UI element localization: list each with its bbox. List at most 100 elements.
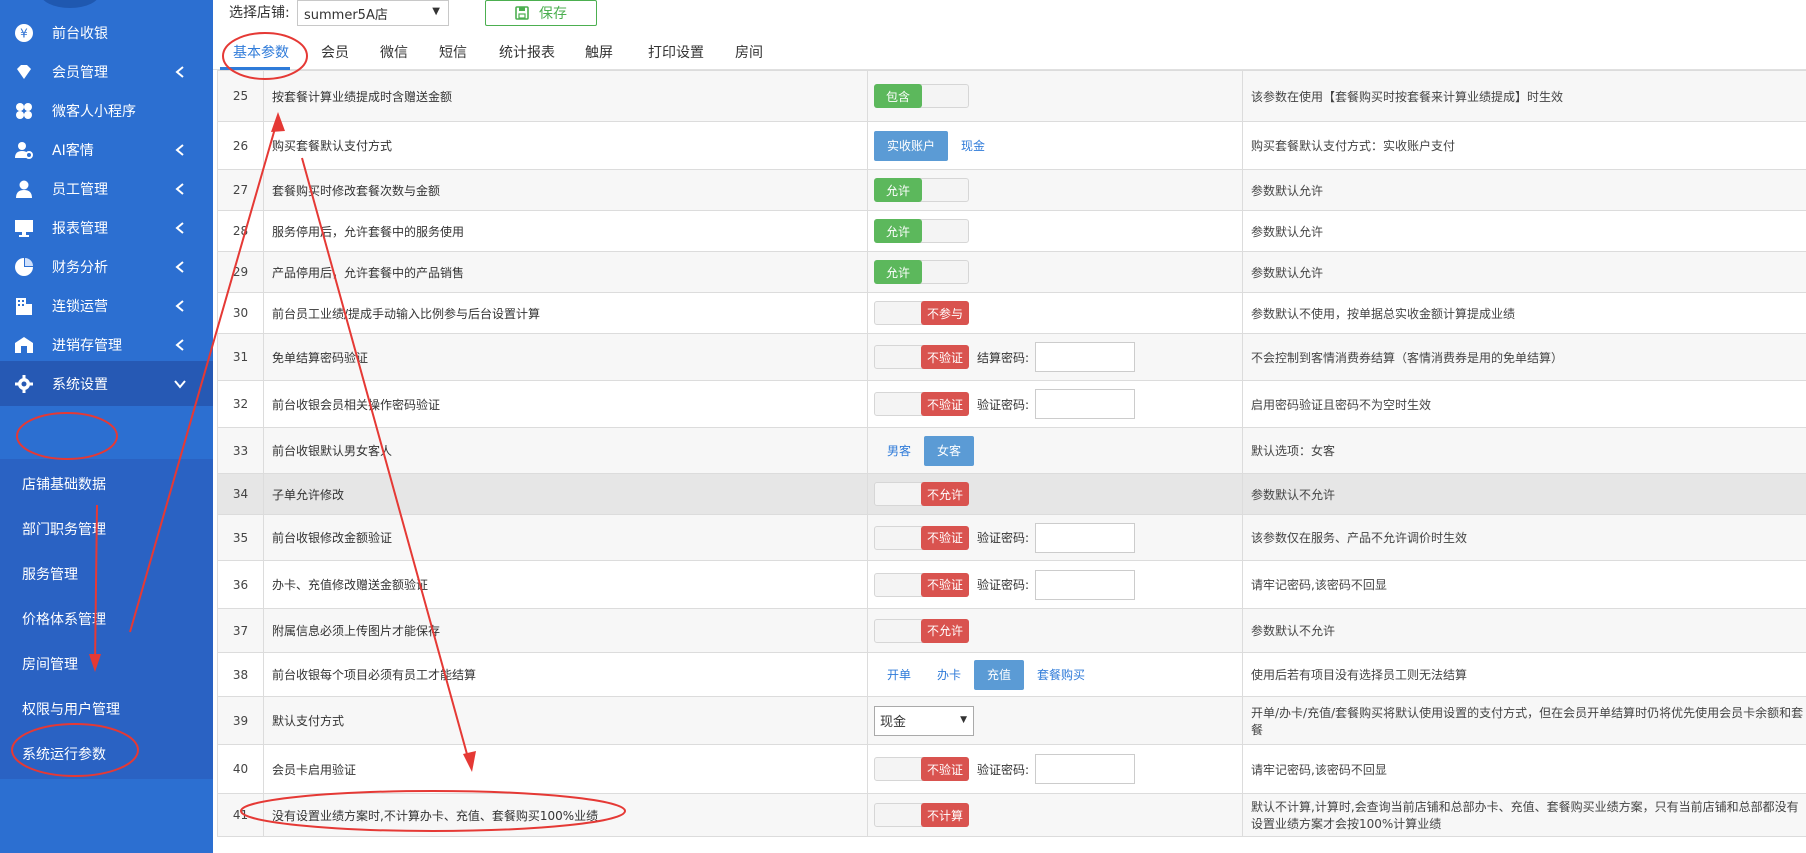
row-number: 31	[217, 334, 264, 380]
param-control: 包含	[868, 71, 1243, 121]
sidebar-subitem-2[interactable]: 服务管理	[0, 551, 213, 596]
option-button[interactable]: 实收账户	[874, 130, 949, 161]
sidebar-item-label: 前台收银	[52, 25, 108, 42]
toggle-switch[interactable]: 不验证	[874, 525, 969, 550]
row-number: 35	[217, 515, 264, 560]
table-row: 31 免单结算密码验证 不验证 结算密码: 不会控制到客情消费券结算（客情消费券是用的免…	[217, 333, 1806, 380]
option-button[interactable]: 办卡	[924, 660, 974, 690]
option-button[interactable]: 套餐购买	[1024, 660, 1098, 690]
option-button[interactable]: 女客	[924, 435, 975, 466]
building-icon	[12, 294, 36, 318]
chevron-left-icon	[173, 299, 187, 313]
table-row: 33 前台收银默认男女客人 男客 女客 默认选项：女客	[217, 427, 1806, 473]
param-control: 不允许	[868, 609, 1243, 652]
tab-2[interactable]: 微信	[380, 42, 408, 62]
option-button[interactable]: 现金	[948, 131, 998, 161]
password-input[interactable]	[1035, 754, 1136, 784]
tab-7[interactable]: 房间	[735, 42, 763, 62]
param-description: 不会控制到客情消费券结算（客情消费券是用的免单结算）	[1251, 350, 1564, 365]
toggle-switch[interactable]: 不验证	[874, 572, 969, 597]
table-row: 30 前台员工业绩/提成手动输入比例参与后台设置计算 不参与 参数默认不使用，按单据总…	[217, 292, 1806, 333]
toggle-switch[interactable]: 不验证	[874, 757, 969, 781]
param-name: 会员卡启用验证	[264, 745, 868, 793]
store-select[interactable]: summer5A店 ▼	[297, 0, 449, 26]
sidebar-item-label: 系统设置	[52, 376, 108, 393]
sidebar-subitem-3[interactable]: 价格体系管理	[0, 596, 213, 641]
tab-3[interactable]: 短信	[439, 42, 467, 62]
sidebar-subitem-6[interactable]: 系统运行参数	[0, 731, 213, 776]
password-input[interactable]	[1035, 389, 1136, 419]
sidebar-item-9[interactable]: 系统设置	[0, 361, 213, 406]
toggle-switch[interactable]: 包含	[874, 84, 969, 108]
tab-5[interactable]: 触屏	[585, 42, 613, 62]
toggle-switch[interactable]: 不允许	[874, 618, 969, 643]
toggle-switch[interactable]: 不验证	[874, 345, 969, 369]
sidebar-subitem-1[interactable]: 部门职务管理	[0, 506, 213, 551]
param-description: 请牢记密码,该密码不回显	[1251, 578, 1387, 592]
save-button[interactable]: 保存	[485, 0, 597, 26]
toggle-switch[interactable]: 允许	[874, 178, 969, 202]
sidebar-subitem-0[interactable]: 店铺基础数据	[0, 461, 213, 506]
param-description: 使用后若有项目没有选择员工则无法结算	[1251, 668, 1468, 682]
table-row: 37 附属信息必须上传图片才能保存 不允许 参数默认不允许	[217, 608, 1806, 652]
option-button[interactable]: 充值	[974, 659, 1025, 690]
param-description: 默认不计算,计算时,会查询当前店铺和总部办卡、充值、套餐购买业绩方案，只有当前店…	[1251, 800, 1799, 831]
toggle-switch[interactable]: 允许	[874, 219, 969, 243]
sidebar-subitem-5[interactable]: 权限与用户管理	[0, 686, 213, 731]
warehouse-icon	[12, 333, 36, 357]
chevron-left-icon	[173, 221, 187, 235]
param-description: 启用密码验证且密码不为空时生效	[1251, 397, 1432, 412]
row-number: 34	[217, 474, 264, 514]
param-control: 不参与	[868, 293, 1243, 333]
row-number: 36	[217, 561, 264, 608]
param-control: 不计算	[868, 794, 1243, 836]
param-name: 前台员工业绩/提成手动输入比例参与后台设置计算	[264, 293, 868, 333]
param-name: 子单允许修改	[264, 474, 868, 514]
toggle-switch[interactable]: 不允许	[874, 482, 969, 506]
sidebar-item-label: 连锁运营	[52, 298, 108, 315]
password-label: 结算密码:	[977, 350, 1030, 365]
toggle-switch[interactable]: 允许	[874, 260, 969, 284]
toggle-label: 允许	[874, 260, 922, 284]
param-description: 参数默认允许	[1251, 265, 1324, 280]
toggle-switch[interactable]: 不计算	[874, 803, 969, 827]
param-control: 实收账户 现金	[868, 122, 1243, 169]
tab-1[interactable]: 会员	[321, 42, 349, 62]
toggle-switch[interactable]: 不参与	[874, 301, 969, 325]
row-number: 28	[217, 211, 264, 251]
sidebar: ¥ 前台收银 会员管理 微客人小程序 AI客情 员工管理 报表管理 财务分析 连锁运营 进销存管理…	[0, 0, 213, 853]
param-description: 开单/办卡/充值/套餐购买将默认使用设置的支付方式，但在会员开单结算时仍将优先使…	[1251, 705, 1804, 737]
table-row: 40 会员卡启用验证 不验证 验证密码: 请牢记密码,该密码不回显	[217, 744, 1806, 793]
tab-4[interactable]: 统计报表	[499, 42, 555, 62]
param-name: 套餐购买时修改套餐次数与金额	[264, 170, 868, 210]
password-label: 验证密码:	[977, 578, 1030, 592]
param-name: 服务停用后，允许套餐中的服务使用	[264, 211, 868, 251]
param-name: 按套餐计算业绩提成时含赠送金额	[264, 71, 868, 121]
flower-icon	[12, 99, 36, 123]
password-input[interactable]	[1035, 342, 1136, 372]
param-name: 免单结算密码验证	[264, 334, 868, 380]
svg-text:¥: ¥	[20, 26, 28, 40]
option-button[interactable]: 男客	[874, 436, 924, 466]
param-control: 男客 女客	[868, 428, 1243, 473]
row-number: 25	[217, 71, 264, 121]
password-input[interactable]	[1035, 522, 1136, 553]
password-input[interactable]	[1035, 569, 1136, 600]
tab-6[interactable]: 打印设置	[648, 42, 704, 62]
sidebar-subitem-4[interactable]: 房间管理	[0, 641, 213, 686]
diamond-icon	[12, 60, 36, 84]
person-icon	[12, 177, 36, 201]
tab-0[interactable]: 基本参数	[233, 42, 289, 62]
payment-select[interactable]: 现金 ▼	[874, 705, 974, 736]
param-description: 参数默认不使用，按单据总实收金额计算提成业绩	[1251, 306, 1516, 321]
toggle-switch[interactable]: 不验证	[874, 392, 969, 416]
toggle-label: 包含	[874, 84, 922, 108]
option-button[interactable]: 开单	[874, 660, 924, 690]
chevron-left-icon	[173, 338, 187, 352]
param-description: 参数默认不允许	[1251, 487, 1336, 502]
table-row: 36 办卡、充值修改赠送金额验证 不验证 验证密码: 请牢记密码,该密码不回显	[217, 560, 1806, 608]
table-row: 26 购买套餐默认支付方式 实收账户 现金 购买套餐默认支付方式：实收账户支付	[217, 121, 1806, 169]
param-description: 参数默认不允许	[1251, 624, 1336, 638]
table-row: 32 前台收银会员相关操作密码验证 不验证 验证密码: 启用密码验证且密码不为空时生效	[217, 380, 1806, 427]
yen-icon: ¥	[12, 21, 36, 45]
